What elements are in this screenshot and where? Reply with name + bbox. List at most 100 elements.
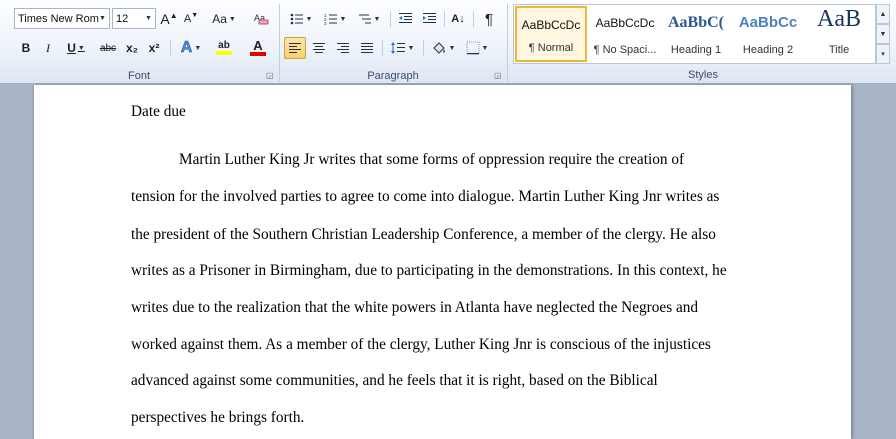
dialog-launcher-icon[interactable]: ◲ xyxy=(266,72,274,80)
increase-indent-button[interactable] xyxy=(418,8,440,30)
superscript-icon: x² xyxy=(148,41,160,55)
align-center-button[interactable] xyxy=(308,37,330,59)
borders-button[interactable]: ▼ xyxy=(462,37,492,59)
bold-button[interactable]: B xyxy=(16,37,36,59)
divider xyxy=(507,4,508,82)
style-preview: AaB xyxy=(817,6,861,32)
bold-icon: B xyxy=(21,41,31,55)
show-formatting-marks-button[interactable]: ¶ xyxy=(478,8,500,30)
bullets-icon xyxy=(290,13,303,25)
highlight-button[interactable]: ab xyxy=(208,37,240,59)
numbering-icon: 123 xyxy=(324,13,337,26)
style-name: Heading 1 xyxy=(670,44,722,56)
style-title[interactable]: AaB Title xyxy=(803,6,875,62)
chevron-down-icon[interactable]: ▼ xyxy=(142,9,155,28)
italic-button[interactable]: I xyxy=(38,37,58,59)
style-heading-2[interactable]: AaBbCc Heading 2 xyxy=(732,6,804,62)
style-no-spacing[interactable]: AaBbCcDc ¶ No Spaci... xyxy=(589,6,661,62)
underline-icon: U xyxy=(67,41,76,55)
style-preview: AaBbC( xyxy=(667,14,724,31)
style-heading-1[interactable]: AaBbC( Heading 1 xyxy=(660,6,732,62)
text-effects-icon: A xyxy=(180,39,193,57)
highlight-icon: ab xyxy=(218,40,230,51)
style-preview: AaBbCc xyxy=(738,14,798,31)
numbering-button[interactable]: 1 2 3 ▼ xyxy=(320,8,350,30)
svg-text:3: 3 xyxy=(324,21,327,26)
multilevel-list-icon xyxy=(358,14,371,24)
align-left-button[interactable] xyxy=(284,37,306,59)
dialog-launcher-icon[interactable]: ◲ xyxy=(494,72,502,80)
font-size-value: 12 xyxy=(116,12,129,25)
styles-group-label: Styles xyxy=(688,69,718,81)
strikethrough-button[interactable]: abc xyxy=(97,37,119,59)
paragraph-group: ▼ 1 2 3 ▼ ▼ A↓ ¶ ▼ ▼ ▼ Paragraph ◲ xyxy=(280,0,506,84)
style-name: ¶ No Spaci... xyxy=(593,44,657,56)
grow-font-icon: A xyxy=(160,11,170,27)
clear-formatting-icon: Aa xyxy=(254,13,269,25)
divider xyxy=(423,40,424,56)
sort-icon: A↓ xyxy=(451,13,465,25)
doc-line: advanced against some communities, and h… xyxy=(131,372,658,389)
divider xyxy=(444,11,445,27)
shrink-font-button[interactable]: A ▼ xyxy=(181,8,201,30)
divider xyxy=(390,11,391,27)
justify-button[interactable] xyxy=(356,37,378,59)
change-case-button[interactable]: Aa ▼ xyxy=(210,8,238,30)
font-size-combo[interactable]: 12 ▼ xyxy=(112,8,156,29)
font-color-swatch xyxy=(250,52,266,56)
align-right-button[interactable] xyxy=(332,37,354,59)
superscript-button[interactable]: x² xyxy=(144,37,164,59)
font-group-label: Font xyxy=(127,70,150,82)
text-effects-button[interactable]: A ▼ xyxy=(176,37,206,59)
decrease-indent-button[interactable] xyxy=(394,8,416,30)
multilevel-list-button[interactable]: ▼ xyxy=(354,8,384,30)
more-styles-icon[interactable]: ▾ xyxy=(876,44,890,64)
document-area: Date due Martin Luther King Jr writes th… xyxy=(0,85,896,439)
divider xyxy=(382,40,383,56)
paragraph-group-label: Paragraph xyxy=(367,70,419,82)
style-name: ¶ Normal xyxy=(528,42,574,54)
underline-button[interactable]: U ▼ xyxy=(61,37,91,59)
shrink-font-icon: A xyxy=(183,13,192,25)
align-right-icon xyxy=(337,43,349,53)
doc-line: Date due xyxy=(131,103,186,120)
doc-line: writes due to the realization that the w… xyxy=(131,299,699,316)
font-color-icon: A xyxy=(253,38,263,53)
justify-icon xyxy=(361,43,373,53)
doc-line: the president of the Southern Christian … xyxy=(131,226,716,243)
strikethrough-icon: abc xyxy=(99,42,117,54)
style-name: Title xyxy=(828,44,850,56)
style-preview: AaBbCcDc xyxy=(521,18,581,32)
change-case-icon: Aa xyxy=(212,12,227,26)
chevron-down-icon[interactable]: ▼ xyxy=(96,9,109,28)
highlight-color-swatch xyxy=(216,51,232,55)
bullets-button[interactable]: ▼ xyxy=(286,8,316,30)
font-name-combo[interactable]: Times New Rom ▼ xyxy=(14,8,110,29)
align-center-icon xyxy=(313,43,325,53)
decrease-indent-icon xyxy=(398,13,412,23)
font-group: Times New Rom ▼ 12 ▼ A ▲ A ▼ Aa ▼ Aa B I U ▼… xyxy=(0,0,278,84)
doc-line: worked against them. As a member of the … xyxy=(131,336,711,353)
grow-font-button[interactable]: A ▲ xyxy=(159,8,179,30)
scroll-down-icon[interactable]: ▼ xyxy=(876,24,890,44)
styles-gallery: AaBbCcDc ¶ Normal AaBbCcDc ¶ No Spaci...… xyxy=(513,4,876,64)
align-left-icon xyxy=(289,43,301,53)
divider xyxy=(170,40,171,56)
font-name-value: Times New Rom xyxy=(18,12,99,25)
scroll-up-icon[interactable]: ▲ xyxy=(876,4,890,24)
shading-button[interactable]: ▼ xyxy=(428,37,458,59)
clear-formatting-button[interactable]: Aa xyxy=(250,8,272,30)
document-page[interactable]: Date due Martin Luther King Jr writes th… xyxy=(34,85,851,439)
subscript-button[interactable]: x₂ xyxy=(122,37,142,59)
font-color-button[interactable]: A xyxy=(242,37,274,59)
line-spacing-button[interactable]: ▼ xyxy=(386,37,418,59)
divider xyxy=(473,11,474,27)
sort-button[interactable]: A↓ xyxy=(447,8,469,30)
ribbon: Times New Rom ▼ 12 ▼ A ▲ A ▼ Aa ▼ Aa B I U ▼… xyxy=(0,0,896,84)
italic-icon: I xyxy=(46,40,50,55)
doc-text: Martin Luther King Jr writes that some f… xyxy=(179,151,685,168)
line-spacing-icon xyxy=(390,42,405,54)
doc-line: perspectives he brings forth. xyxy=(131,409,305,426)
borders-icon xyxy=(466,41,480,55)
style-normal[interactable]: AaBbCcDc ¶ Normal xyxy=(515,6,587,62)
